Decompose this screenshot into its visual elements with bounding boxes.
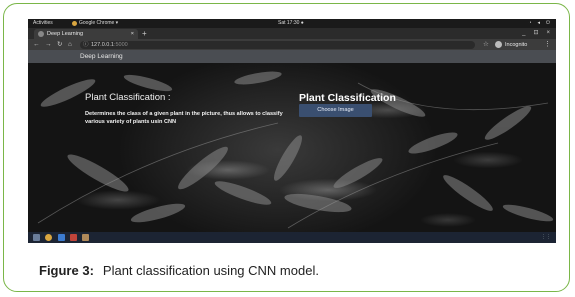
browser-menu-icon[interactable]: ⋮ <box>544 39 551 50</box>
toolbar: ← → ↻ ⌂ ⓘ 127.0.0.1:5000 ☆ Incognito ⋮ <box>28 39 556 50</box>
tab-deep-learning[interactable]: Deep Learning × <box>34 29 138 39</box>
leaf-background-image <box>37 71 554 229</box>
tab-title: Deep Learning <box>47 31 84 37</box>
taskbar: ⋮⋮ <box>28 232 556 243</box>
chrome-icon <box>72 21 77 26</box>
favicon-icon <box>38 31 44 37</box>
new-tab-button[interactable]: + <box>142 28 147 39</box>
incognito-label: Incognito <box>505 41 528 48</box>
maximize-button[interactable]: ⊡ <box>533 28 538 39</box>
forward-icon[interactable]: → <box>45 39 52 50</box>
incognito-icon <box>495 41 502 48</box>
url-text: 127.0.0.1:5000 <box>91 41 128 48</box>
left-heading: Plant Classification : <box>85 92 171 103</box>
folder-icon[interactable] <box>82 234 89 241</box>
power-icon: ⏻ <box>546 20 550 26</box>
chrome-taskbar-icon[interactable] <box>45 234 52 241</box>
web-page: Deep Learning Plant Classification: Det… <box>28 50 556 232</box>
figure-caption: Figure 3: Plant classification using CNN … <box>39 263 319 278</box>
wifi-icon: ◔ <box>528 20 532 26</box>
volume-icon: ◂ <box>537 20 541 26</box>
site-navbar: Deep Learning <box>28 50 556 63</box>
apps-grid-icon[interactable]: ⋮⋮ <box>541 232 551 243</box>
description-text: Determines the class of a given plant in… <box>85 111 283 125</box>
incognito-indicator[interactable]: Incognito <box>495 41 527 49</box>
site-info-icon[interactable]: ⓘ <box>83 41 89 49</box>
files-icon[interactable] <box>70 234 77 241</box>
system-tray[interactable]: ◔ ◂ ⏻ <box>528 19 550 28</box>
clock[interactable]: Sat 17:30 ● <box>278 19 304 28</box>
minimize-button[interactable]: _ <box>522 28 525 39</box>
figure-label: Figure 3: <box>39 263 94 278</box>
window-controls: _ ⊡ × <box>522 28 550 39</box>
os-top-bar: Activities Google Chrome ▾ Sat 17:30 ● ◔… <box>28 19 556 28</box>
back-icon[interactable]: ← <box>33 39 40 50</box>
home-icon[interactable]: ⌂ <box>68 39 72 50</box>
right-heading: Plant Classification <box>299 92 396 104</box>
editor-icon[interactable] <box>58 234 65 241</box>
show-apps-icon[interactable] <box>33 234 40 241</box>
app-menu-label: Google Chrome ▾ <box>79 20 119 26</box>
screenshot: Activities Google Chrome ▾ Sat 17:30 ● ◔… <box>28 19 556 243</box>
tab-bar: Deep Learning × + _ ⊡ × <box>28 28 556 39</box>
address-bar[interactable]: ⓘ 127.0.0.1:5000 <box>80 40 475 49</box>
reload-icon[interactable]: ↻ <box>57 39 62 50</box>
app-menu[interactable]: Google Chrome ▾ <box>72 19 118 28</box>
activities-button[interactable]: Activities <box>33 19 53 28</box>
bookmark-star-icon[interactable]: ☆ <box>483 39 489 50</box>
figure-caption-text: Plant classification using CNN model. <box>102 263 319 278</box>
figure-frame: Activities Google Chrome ▾ Sat 17:30 ● ◔… <box>3 3 570 292</box>
choose-image-button[interactable]: Choose Image <box>299 104 372 117</box>
close-window-button[interactable]: × <box>546 28 550 39</box>
tab-close-icon[interactable]: × <box>131 29 134 39</box>
navbar-brand[interactable]: Deep Learning <box>80 50 123 63</box>
